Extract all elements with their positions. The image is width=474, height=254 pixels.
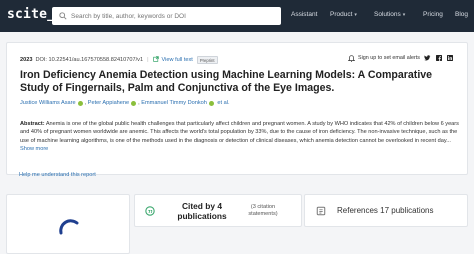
show-more-link[interactable]: Show more bbox=[20, 146, 48, 152]
preprint-badge: Preprint bbox=[196, 56, 218, 64]
references-count: References 17 publications bbox=[337, 206, 434, 215]
paper-meta: 2023 DOI: 10.22541/au.167570558.82410707… bbox=[20, 56, 218, 64]
facebook-icon[interactable] bbox=[435, 55, 442, 62]
external-link-icon bbox=[152, 56, 159, 64]
chevron-down-icon: ▾ bbox=[354, 11, 357, 18]
author-link[interactable]: Emmanuel Timmy Donkoh bbox=[141, 100, 207, 106]
references-icon bbox=[315, 205, 327, 217]
author-separator: , bbox=[138, 100, 140, 106]
nav-pricing-label: Pricing bbox=[423, 11, 443, 18]
et-al-link[interactable]: et al. bbox=[217, 100, 229, 106]
doi-text[interactable]: DOI: 10.22541/au.167570558.82410707/v1 bbox=[35, 57, 143, 63]
paper-card: 2023 DOI: 10.22541/au.167570558.82410707… bbox=[6, 42, 468, 175]
references-card[interactable]: References 17 publications bbox=[304, 194, 468, 227]
search-box[interactable] bbox=[52, 7, 281, 25]
search-icon bbox=[55, 7, 71, 25]
nav-product[interactable]: Product ▾ bbox=[330, 11, 357, 18]
nav-assistant-label: Assistant bbox=[291, 11, 318, 18]
paper-actions: Sign up to set email alerts bbox=[348, 54, 453, 62]
email-alerts-link[interactable]: Sign up to set email alerts bbox=[358, 55, 420, 61]
orcid-icon[interactable] bbox=[131, 100, 137, 106]
divider: | bbox=[147, 57, 149, 63]
chevron-down-icon: ▾ bbox=[402, 11, 406, 18]
paper-title: Iron Deficiency Anemia Detection using M… bbox=[20, 69, 433, 94]
citation-statements: (3 citation statements) bbox=[248, 203, 278, 217]
publication-year: 2023 bbox=[20, 57, 33, 63]
loading-card bbox=[6, 194, 130, 254]
author-separator: , bbox=[84, 100, 87, 106]
help-understand-link[interactable]: Help me understand this report bbox=[19, 172, 96, 178]
abstract: Abstract: Anemia is one of the global pu… bbox=[20, 120, 460, 154]
cited-by-card[interactable]: Cited by 4 publications (3 citation stat… bbox=[134, 194, 302, 227]
abstract-label: Abstract: bbox=[20, 121, 45, 127]
author-link[interactable]: Justice Williams Asare bbox=[20, 100, 76, 106]
abstract-text: Anemia is one of the global public healt… bbox=[20, 121, 459, 144]
top-navigation-bar: scite_ Assistant Product▾ Solutions▾ Pri… bbox=[0, 0, 474, 32]
bell-icon[interactable] bbox=[348, 54, 356, 62]
nav-product-label: Product bbox=[330, 11, 353, 18]
nav-solutions-label: Solutions bbox=[374, 11, 401, 18]
nav-assistant[interactable]: Assistant bbox=[291, 11, 317, 18]
linkedin-icon[interactable] bbox=[446, 55, 453, 62]
scite-logo[interactable]: scite_ bbox=[7, 7, 55, 22]
nav-blog[interactable]: Blog bbox=[455, 11, 468, 18]
author-list: Justice Williams Asare , Peter Appiahene… bbox=[20, 100, 230, 106]
cited-by-count: Cited by 4 publications bbox=[177, 200, 227, 221]
orcid-icon[interactable] bbox=[77, 100, 83, 106]
author-link[interactable]: Peter Appiahene bbox=[88, 100, 129, 106]
quote-bubble-icon bbox=[144, 205, 156, 217]
orcid-icon[interactable] bbox=[208, 100, 214, 106]
loading-spinner-icon bbox=[59, 219, 79, 235]
twitter-icon[interactable] bbox=[424, 55, 431, 62]
view-full-text-link[interactable]: View full text bbox=[162, 57, 193, 63]
search-input[interactable] bbox=[71, 12, 271, 20]
nav-blog-label: Blog bbox=[455, 11, 469, 18]
nav-solutions[interactable]: Solutions ▾ bbox=[374, 11, 405, 18]
nav-pricing[interactable]: Pricing bbox=[423, 11, 443, 18]
